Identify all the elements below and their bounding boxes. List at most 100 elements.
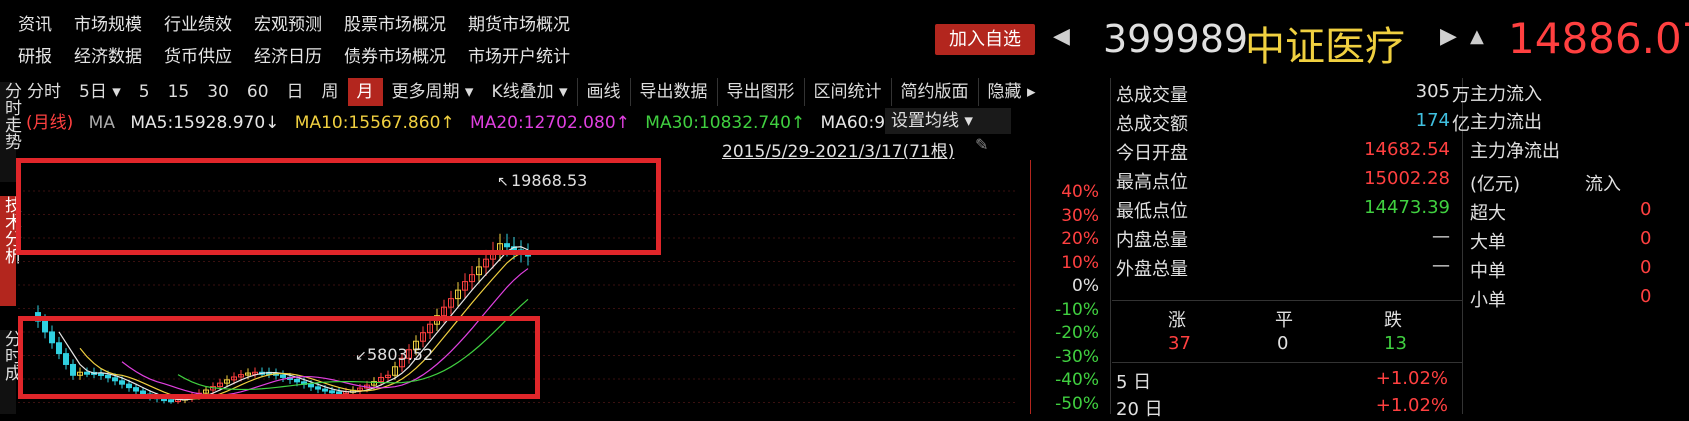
nav-accounts[interactable]: 市场开户统计 (468, 47, 570, 67)
quote-label: 总成交量 (1116, 85, 1188, 106)
flow-unit: (亿元) (1470, 174, 1521, 195)
nav-econ-data[interactable]: 经济数据 (74, 47, 142, 67)
tab-5min[interactable]: 5 (130, 78, 159, 106)
nav-futures-overview[interactable]: 期货市场概况 (468, 15, 570, 35)
export-image-button[interactable]: 导出图形 (716, 78, 804, 106)
side-tab-technical[interactable]: 技术分析 (0, 196, 21, 306)
quote-unit: 万 (1452, 85, 1470, 106)
pct-tick: -30% (1055, 346, 1099, 367)
flow-row-value: 0 (1640, 228, 1652, 249)
flow-row-value: 0 (1640, 199, 1652, 220)
tab-intraday[interactable]: 分时 (18, 78, 70, 106)
annotation-box-low (18, 316, 540, 399)
quote-label: 今日开盘 (1116, 143, 1188, 164)
tab-15min[interactable]: 15 (159, 78, 199, 106)
quote-value: 174 (1300, 110, 1450, 131)
flow-row-label: 超大 (1470, 203, 1506, 224)
nav-research[interactable]: 研报 (18, 47, 52, 67)
flow-out-title: 主力流出 (1470, 112, 1542, 133)
tab-month[interactable]: 月 (347, 78, 383, 106)
side-tab-intraday-label: 分时走势 (1, 82, 21, 150)
annotation-box-high (16, 158, 661, 255)
pct-tick: 40% (1061, 182, 1099, 202)
flow-row-label: 大单 (1470, 232, 1506, 253)
export-data-button[interactable]: 导出数据 (629, 78, 717, 106)
quote-value: — (1300, 226, 1450, 247)
last-price: 14886.07 (1508, 14, 1689, 63)
quote-value: 14473.39 (1300, 197, 1450, 218)
simple-layout-button[interactable]: 简约版面 (890, 78, 978, 106)
pct-tick: 10% (1061, 252, 1099, 273)
date-range-label[interactable]: 2015/5/29-2021/3/17(71根) (722, 137, 954, 162)
ma10-value: MA10:15567.860↑ (294, 113, 455, 133)
nav-econ-calendar[interactable]: 经济日历 (254, 47, 322, 67)
tab-week[interactable]: 周 (313, 78, 348, 106)
flow-net-title: 主力净流出 (1470, 141, 1560, 162)
side-tab-ticks[interactable]: 分时成 (0, 330, 21, 414)
pin-icon[interactable]: ✎ (975, 135, 988, 154)
quote-value: 15002.28 (1300, 168, 1450, 189)
pct-tick: -40% (1055, 370, 1099, 390)
top-nav-row1: 资讯 市场规模 行业绩效 宏观预测 股票市场概况 期货市场概况 (18, 10, 592, 35)
next-stock-icon[interactable]: ▶ (1440, 24, 1457, 49)
period-toolbar: 分时 5日 ▾ 5 15 30 60 日 周 月 更多周期 ▾ K线叠加 ▾ 画… (18, 78, 1044, 106)
flow-col-header: 流入 (1585, 174, 1621, 195)
ma-legend: (月线) MA MA5:15928.970↓ MA10:15567.860↑ M… (26, 108, 927, 133)
more-periods-dropdown[interactable]: 更多周期 ▾ (383, 78, 483, 106)
ma30-value: MA30:10832.740↑ (645, 113, 806, 133)
flow-row-label: 小单 (1470, 290, 1506, 311)
kline-overlay-dropdown[interactable]: K线叠加 ▾ (482, 78, 576, 106)
pct-tick: 20% (1061, 229, 1099, 249)
add-watchlist-button[interactable]: 加入自选 (935, 24, 1035, 55)
quote-value-number: — (1432, 255, 1450, 276)
pct-tick: 30% (1061, 205, 1099, 226)
quote-unit: 亿 (1452, 114, 1470, 135)
tab-60min[interactable]: 60 (238, 78, 278, 106)
up-label: 涨 (1168, 310, 1186, 331)
perf-5d-label: 5 日 (1116, 372, 1152, 393)
quote-value-number: — (1432, 226, 1450, 247)
quote-label: 总成交额 (1116, 114, 1188, 135)
quote-label: 最高点位 (1116, 172, 1188, 193)
nav-industry[interactable]: 行业绩效 (164, 15, 232, 35)
down-count: 13 (1384, 333, 1407, 354)
pct-tick: 0% (1072, 276, 1099, 296)
perf-20d-value: +1.02% (1375, 395, 1448, 416)
alert-bell-icon[interactable]: ▲ (1470, 26, 1484, 47)
ma-title: MA (88, 113, 115, 133)
flat-count: 0 (1277, 333, 1289, 354)
quote-value-number: 14473.39 (1364, 197, 1450, 218)
nav-news[interactable]: 资讯 (18, 15, 52, 35)
set-ma-dropdown[interactable]: 设置均线 ▾ (885, 108, 1011, 134)
tab-day[interactable]: 日 (278, 78, 313, 106)
stock-name: 中证医疗 (1245, 24, 1405, 70)
tab-5day[interactable]: 5日 ▾ (70, 78, 130, 106)
quote-value-number: 305 (1415, 81, 1450, 102)
flow-row-value: 0 (1640, 257, 1652, 278)
nav-money-supply[interactable]: 货币供应 (164, 47, 232, 67)
flow-in-title: 主力流入 (1470, 84, 1542, 105)
pct-axis: 40% 30% 20% 10% 0% -10% -20% -30% -40% -50% (1030, 160, 1101, 414)
prev-stock-icon[interactable]: ◀ (1053, 24, 1070, 49)
quote-label: 内盘总量 (1116, 230, 1188, 251)
nav-stock-overview[interactable]: 股票市场概况 (344, 15, 446, 35)
nav-market-size[interactable]: 市场规模 (74, 15, 142, 35)
quote-value: — (1300, 255, 1450, 276)
draw-line-button[interactable]: 画线 (576, 78, 630, 106)
nav-macro[interactable]: 宏观预测 (254, 15, 322, 35)
flow-row-value: 0 (1640, 286, 1652, 307)
hide-button[interactable]: 隐藏 ▸ (977, 78, 1045, 106)
side-tab-intraday[interactable]: 分时走势 (0, 82, 21, 182)
top-nav-row2: 研报 经济数据 货币供应 经济日历 债券市场概况 市场开户统计 (18, 42, 592, 67)
up-count: 37 (1168, 333, 1191, 354)
ma5-value: MA5:15928.970↓ (130, 113, 280, 133)
quote-label: 外盘总量 (1116, 259, 1188, 280)
nav-bond-overview[interactable]: 债券市场概况 (344, 47, 446, 67)
range-stats-button[interactable]: 区间统计 (803, 78, 891, 106)
quote-value: 305 (1300, 81, 1450, 102)
perf-20d-label: 20 日 (1116, 399, 1163, 420)
perf-5d-value: +1.02% (1375, 368, 1448, 389)
pct-tick: -50% (1055, 393, 1099, 414)
candle-body (168, 399, 174, 403)
tab-30min[interactable]: 30 (198, 78, 238, 106)
